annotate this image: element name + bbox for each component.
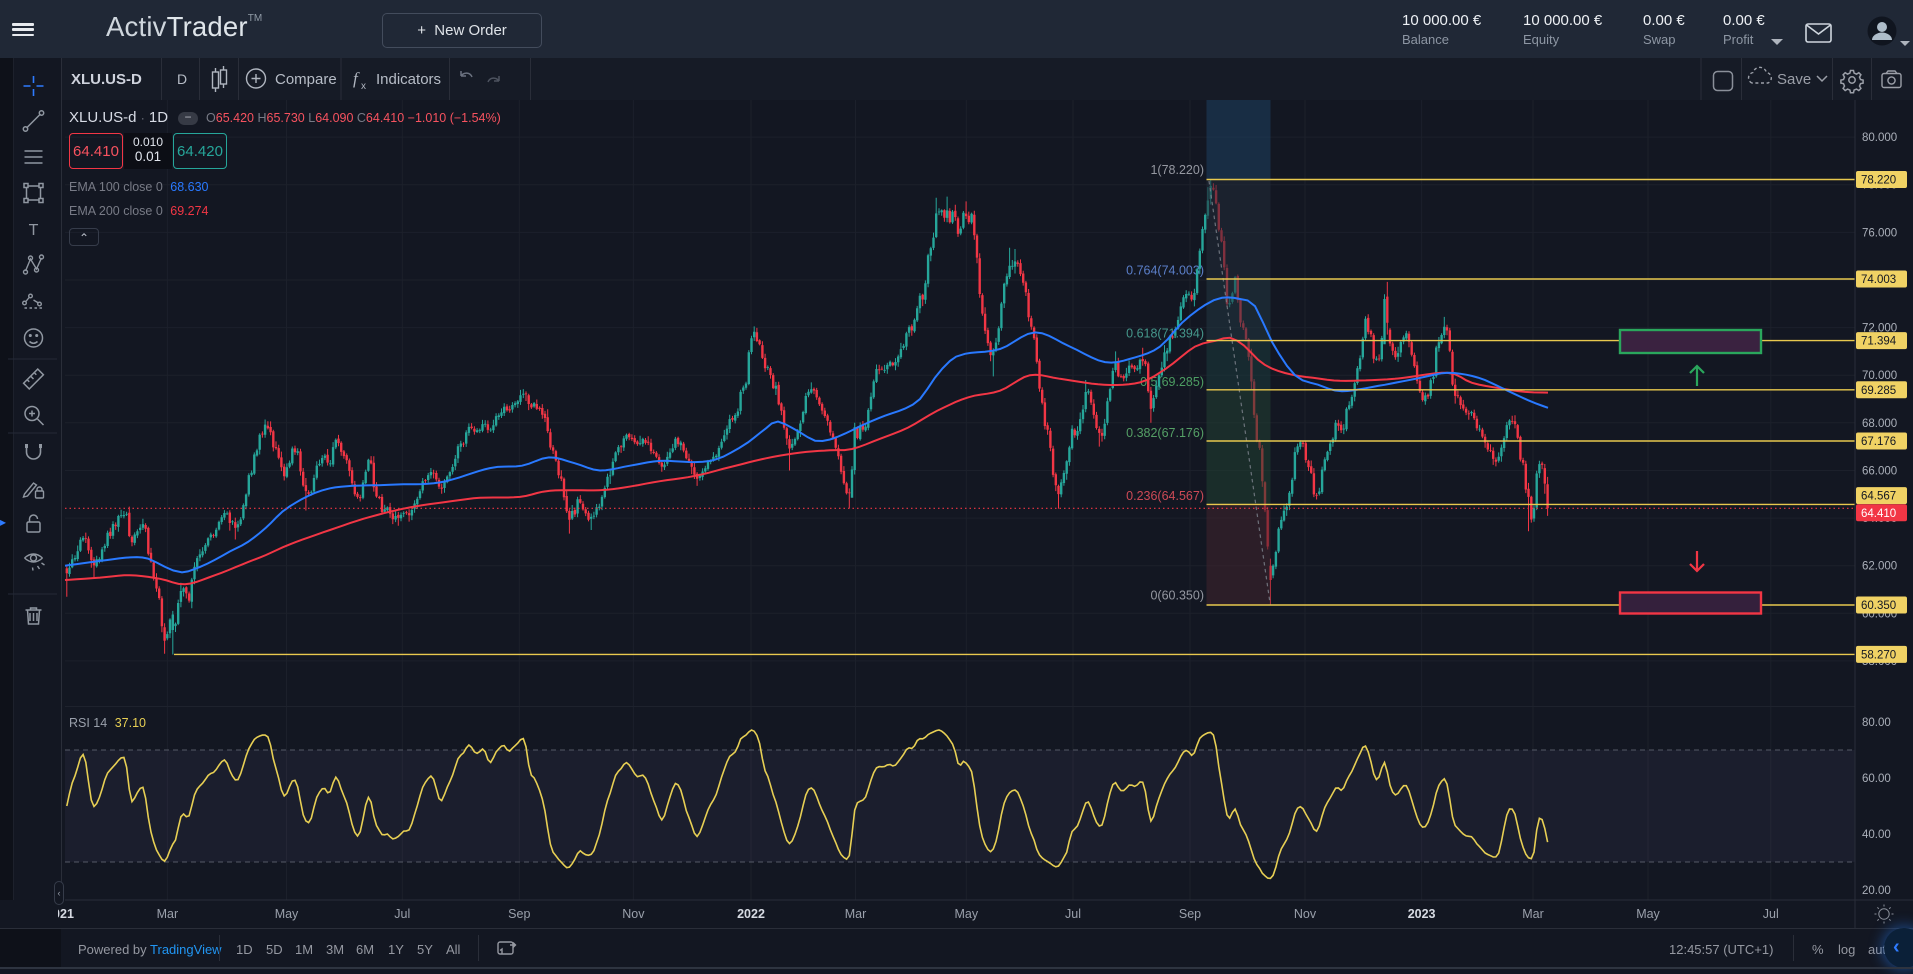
- svg-text:0.382(67.176): 0.382(67.176): [1126, 426, 1204, 440]
- svg-text:40.00: 40.00: [1862, 829, 1891, 841]
- svg-text:58.270: 58.270: [1861, 649, 1896, 661]
- svg-text:20.00: 20.00: [1862, 885, 1891, 897]
- svg-text:2023: 2023: [1408, 907, 1436, 921]
- svg-text:62.000: 62.000: [1862, 561, 1897, 573]
- svg-text:69.285: 69.285: [1861, 385, 1896, 397]
- svg-text:Nov: Nov: [622, 907, 645, 921]
- svg-text:0.618(71.394): 0.618(71.394): [1126, 327, 1204, 341]
- svg-text:70.000: 70.000: [1862, 370, 1897, 382]
- svg-text:Nov: Nov: [1294, 907, 1317, 921]
- svg-text:2021: 2021: [58, 907, 74, 921]
- svg-text:May: May: [275, 907, 299, 921]
- svg-text:x: x: [361, 81, 366, 92]
- svg-text:Mar: Mar: [845, 907, 867, 921]
- svg-text:78.220: 78.220: [1861, 175, 1896, 187]
- svg-text:0.236(64.567): 0.236(64.567): [1126, 489, 1204, 503]
- svg-text:2022: 2022: [737, 907, 765, 921]
- svg-text:Mar: Mar: [157, 907, 179, 921]
- svg-text:Compare: Compare: [275, 71, 337, 88]
- svg-text:74.003: 74.003: [1861, 274, 1896, 286]
- svg-text:XLU.US-D: XLU.US-D: [71, 71, 142, 88]
- svg-text:May: May: [954, 907, 978, 921]
- svg-text:D: D: [177, 71, 187, 87]
- svg-text:0(60.350): 0(60.350): [1150, 589, 1204, 603]
- svg-text:Save: Save: [1777, 71, 1811, 88]
- svg-text:Jul: Jul: [1065, 907, 1081, 921]
- svg-text:60.00: 60.00: [1862, 773, 1891, 785]
- svg-text:71.394: 71.394: [1861, 336, 1897, 348]
- svg-text:80.00: 80.00: [1862, 717, 1891, 729]
- svg-text:T: T: [29, 222, 39, 239]
- svg-text:76.000: 76.000: [1862, 227, 1897, 239]
- svg-text:Mar: Mar: [1522, 907, 1544, 921]
- svg-text:68.000: 68.000: [1862, 418, 1897, 430]
- svg-text:Sep: Sep: [1179, 907, 1201, 921]
- svg-text:60.350: 60.350: [1861, 600, 1896, 612]
- svg-text:66.000: 66.000: [1862, 466, 1897, 478]
- svg-text:Sep: Sep: [508, 907, 530, 921]
- svg-text:64.410: 64.410: [1861, 508, 1896, 520]
- svg-text:Jul: Jul: [394, 907, 410, 921]
- svg-text:Jul: Jul: [1763, 907, 1779, 921]
- svg-text:Indicators: Indicators: [376, 71, 441, 88]
- svg-text:0.764(74.003): 0.764(74.003): [1126, 264, 1204, 278]
- svg-text:67.176: 67.176: [1861, 436, 1896, 448]
- svg-text:80.000: 80.000: [1862, 132, 1897, 144]
- svg-text:1(78.220): 1(78.220): [1150, 163, 1204, 177]
- svg-text:May: May: [1636, 907, 1660, 921]
- svg-text:64.567: 64.567: [1861, 491, 1896, 503]
- svg-text:0.5(69.285): 0.5(69.285): [1140, 375, 1204, 389]
